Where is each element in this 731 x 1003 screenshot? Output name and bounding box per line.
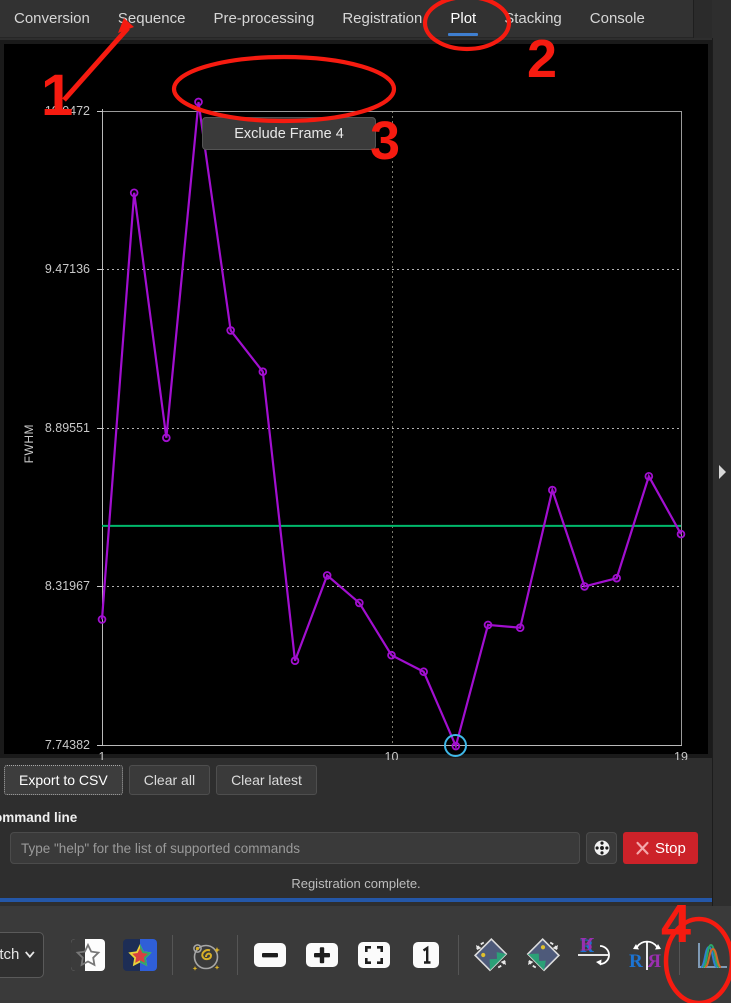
- tab-plot[interactable]: Plot: [436, 0, 490, 38]
- histogram-button[interactable]: [686, 928, 731, 982]
- exclude-frame-label: Exclude Frame 4: [234, 126, 344, 142]
- stretch-mode-label: etch: [0, 946, 19, 963]
- tab-label: Stacking: [504, 10, 562, 27]
- fwhm-series: [4, 44, 708, 754]
- chevron-down-icon: [25, 950, 35, 959]
- film-reel-icon: [593, 839, 611, 857]
- galaxy-icon: [186, 936, 224, 974]
- x-close-icon: [635, 841, 650, 856]
- star-color-icon-button[interactable]: [114, 928, 166, 982]
- svg-text:R: R: [629, 951, 643, 972]
- zoom-out-icon: [253, 938, 287, 972]
- tab-label: Registration: [342, 10, 422, 27]
- command-line-row: Stop: [10, 832, 698, 864]
- zoom-out-button[interactable]: [244, 928, 296, 982]
- star-bw-icon-button[interactable]: [62, 928, 114, 982]
- export-to-csv-label: Export to CSV: [19, 772, 108, 788]
- clear-latest-label: Clear latest: [231, 772, 302, 788]
- mirror-horizontal-icon: R R: [626, 934, 668, 976]
- stop-button[interactable]: Stop: [623, 832, 698, 864]
- image-toolbar: etch: [0, 906, 731, 1003]
- mirror-vertical-icon: R R: [574, 934, 616, 976]
- rotate-right-button[interactable]: [517, 928, 569, 982]
- tab-conversion[interactable]: Conversion: [0, 0, 104, 38]
- rotate-left-button[interactable]: [465, 928, 517, 982]
- export-to-csv-button[interactable]: Export to CSV: [4, 765, 123, 795]
- clear-all-label: Clear all: [144, 772, 195, 788]
- command-help-button[interactable]: [586, 832, 617, 864]
- selected-point-ring[interactable]: [444, 734, 467, 757]
- clear-all-button[interactable]: Clear all: [129, 765, 210, 795]
- chevron-right-icon: [718, 465, 727, 479]
- mirror-vertical-button[interactable]: R R: [569, 928, 621, 982]
- tab-label: Plot: [450, 10, 476, 27]
- tab-stacking[interactable]: Stacking: [490, 0, 576, 38]
- command-line-section: ommand line Stop Registration: [0, 802, 712, 900]
- svg-text:R: R: [647, 951, 661, 972]
- tab-sequence[interactable]: Sequence: [104, 0, 200, 38]
- rotate-left-icon: [471, 935, 511, 975]
- series-line: [102, 102, 681, 746]
- stretch-mode-combo[interactable]: etch: [0, 932, 44, 978]
- svg-text:R: R: [580, 934, 594, 954]
- progress-bar: [0, 898, 712, 902]
- toolbar-divider: [172, 935, 173, 975]
- zoom-in-icon: [305, 938, 339, 972]
- plot-panel: 10.04729.471368.895518.319677.74382 1101…: [0, 40, 712, 758]
- command-input[interactable]: [10, 832, 580, 864]
- zoom-one-icon: [409, 938, 443, 972]
- tab-pre-processing[interactable]: Pre-processing: [199, 0, 328, 38]
- star-bw-icon: [69, 936, 107, 974]
- plot-canvas[interactable]: 10.04729.471368.895518.319677.74382 1101…: [4, 44, 708, 754]
- tab-label: Pre-processing: [213, 10, 314, 27]
- tab-label: Console: [590, 10, 645, 27]
- zoom-one-button[interactable]: [400, 928, 452, 982]
- tab-bar-edge: [693, 0, 712, 38]
- mirror-horizontal-button[interactable]: R R: [621, 928, 673, 982]
- histogram-icon: [692, 935, 731, 975]
- star-color-icon: [121, 936, 159, 974]
- tab-label: Conversion: [14, 10, 90, 27]
- galaxy-icon-button[interactable]: [179, 928, 231, 982]
- zoom-fit-button[interactable]: [348, 928, 400, 982]
- tab-console[interactable]: Console: [576, 0, 659, 38]
- exclude-frame-button[interactable]: Exclude Frame 4: [202, 117, 376, 150]
- toolbar-divider: [458, 935, 459, 975]
- right-panel-expander[interactable]: [712, 38, 731, 906]
- tab-label: Sequence: [118, 10, 186, 27]
- status-message: Registration complete.: [0, 876, 712, 891]
- siril-plot-window: Conversion Sequence Pre-processing Regis…: [0, 0, 731, 1003]
- toolbar-divider: [679, 935, 680, 975]
- toolbar-divider: [237, 935, 238, 975]
- zoom-in-button[interactable]: [296, 928, 348, 982]
- zoom-fit-icon: [357, 938, 391, 972]
- command-line-label: ommand line: [0, 810, 77, 825]
- stop-label: Stop: [655, 840, 686, 857]
- plot-actions-row: Export to CSV Clear all Clear latest: [0, 760, 712, 800]
- tab-registration[interactable]: Registration: [328, 0, 436, 38]
- main-tab-bar: Conversion Sequence Pre-processing Regis…: [0, 0, 712, 38]
- rotate-right-icon: [523, 935, 563, 975]
- clear-latest-button[interactable]: Clear latest: [216, 765, 317, 795]
